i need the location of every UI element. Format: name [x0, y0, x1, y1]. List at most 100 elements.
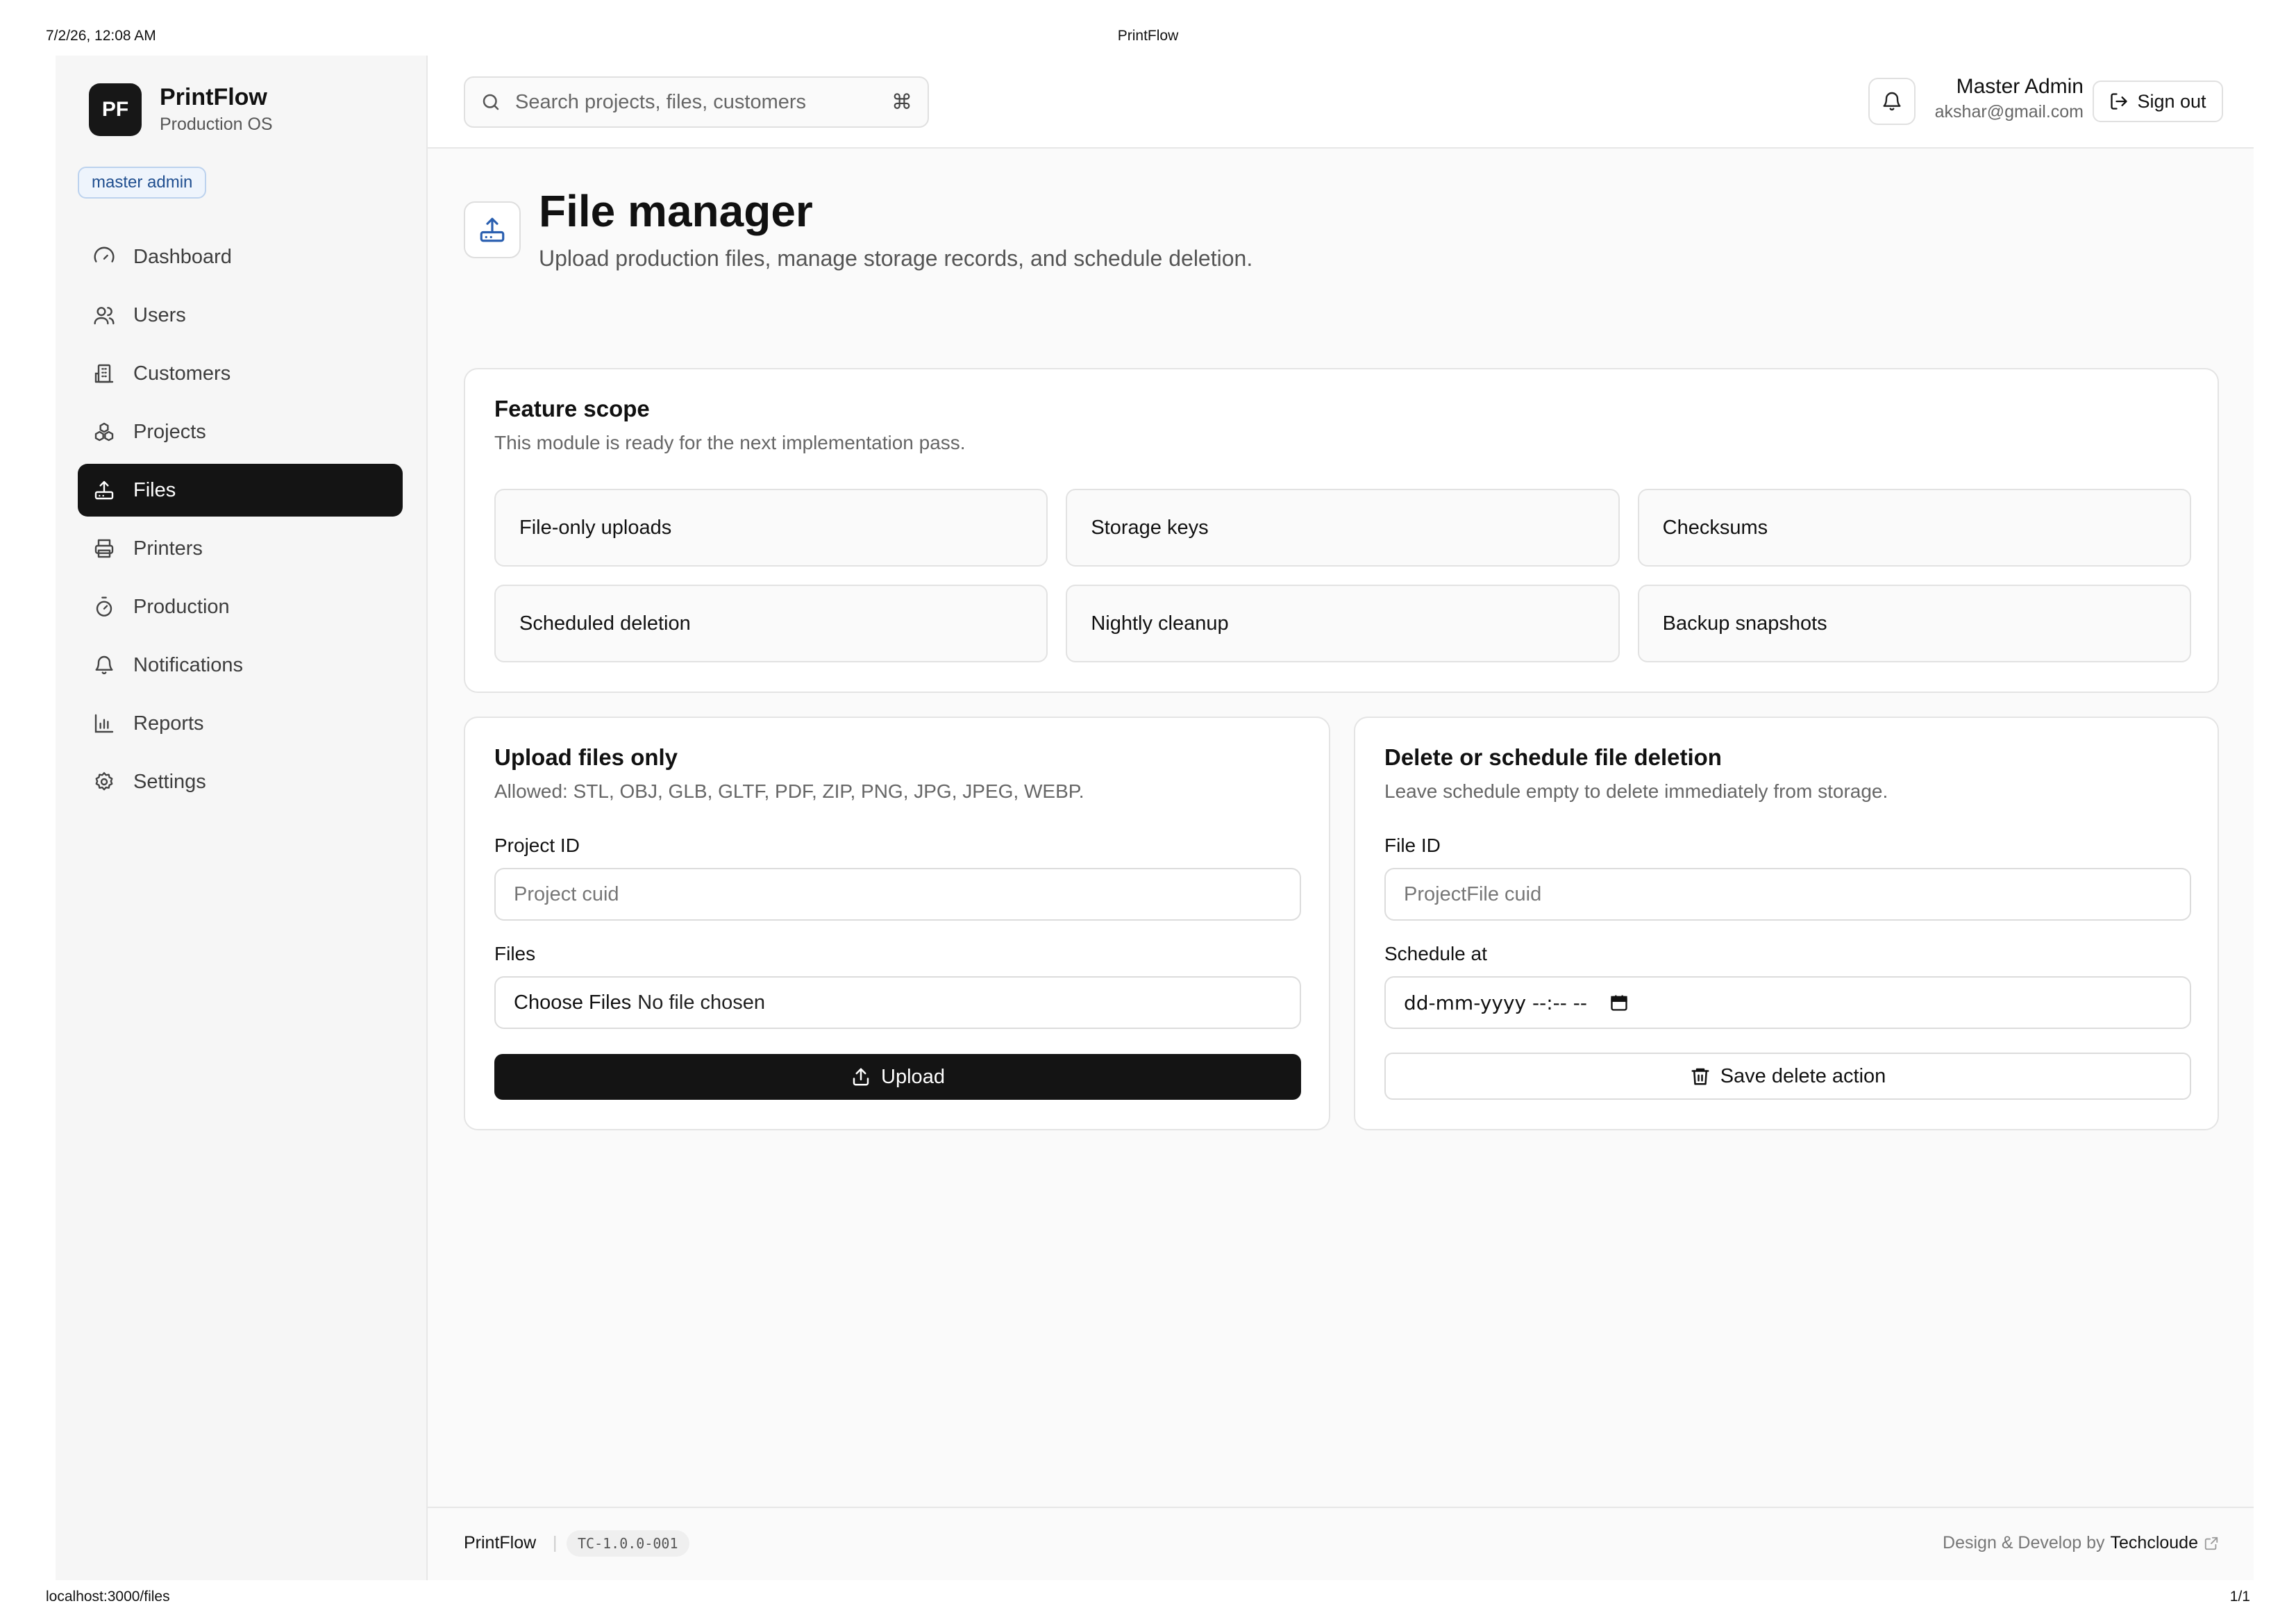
choose-files-button[interactable]: Choose Files [514, 991, 631, 1014]
sidebar-item-settings[interactable]: Settings [78, 755, 403, 808]
feature-scope-card: Feature scope This module is ready for t… [464, 368, 2219, 693]
sidebar-item-projects[interactable]: Projects [78, 405, 403, 458]
file-id-label: File ID [1384, 835, 1441, 856]
user-email: akshar@gmail.com [1934, 102, 2084, 122]
delete-subtitle: Leave schedule empty to delete immediate… [1384, 780, 1888, 802]
upload-button[interactable]: Upload [494, 1054, 1301, 1100]
search-box[interactable]: ⌘ [464, 76, 929, 128]
app-window: PF PrintFlow Production OS master admin … [56, 56, 2254, 1580]
role-badge: master admin [78, 167, 207, 199]
upload-button-label: Upload [881, 1065, 945, 1088]
gauge-icon [94, 246, 115, 262]
feature-scope-subtitle: This module is ready for the next implem… [494, 432, 966, 453]
user-name: Master Admin [1956, 75, 2084, 98]
sidebar-item-label: Reports [133, 712, 204, 735]
external-link-icon [2204, 1537, 2218, 1550]
sidebar-item-reports[interactable]: Reports [78, 697, 403, 750]
notifications-button[interactable] [1868, 78, 1916, 125]
main-content: File manager Upload production files, ma… [428, 149, 2254, 1580]
sidebar-item-notifications[interactable]: Notifications [78, 639, 403, 692]
feature-item: File-only uploads [494, 489, 1048, 567]
project-id-field[interactable] [494, 868, 1301, 921]
schedule-at-input[interactable]: dd-mm-yyyy --:-- -- [1384, 976, 2191, 1029]
feature-item: Checksums [1637, 489, 2191, 567]
sign-out-button[interactable]: Sign out [2093, 81, 2223, 122]
feature-scope-grid: File-only uploads Storage keys Checksums… [494, 489, 2191, 662]
file-picker[interactable]: Choose Files No file chosen [494, 976, 1301, 1029]
upload-card: Upload files only Allowed: STL, OBJ, GLB… [464, 717, 1330, 1130]
sidebar-item-customers[interactable]: Customers [78, 347, 403, 400]
bell-icon [95, 655, 113, 675]
timer-icon [96, 596, 112, 617]
sidebar-item-label: Notifications [133, 653, 243, 676]
credit-prefix: Design & Develop by [1943, 1533, 2105, 1552]
feature-item: Nightly cleanup [1066, 585, 1620, 662]
sidebar-item-users[interactable]: Users [78, 289, 403, 342]
file-id-input[interactable] [1404, 882, 2172, 906]
schedule-at-label: Schedule at [1384, 943, 1487, 964]
sidebar-item-label: Customers [133, 362, 231, 385]
sidebar-item-files[interactable]: Files [78, 464, 403, 517]
delete-card: Delete or schedule file deletion Leave s… [1354, 717, 2219, 1130]
brand-name: PrintFlow [160, 84, 267, 110]
brand-logo: PF [89, 83, 142, 136]
print-page-number: 1/1 [2229, 1589, 2250, 1605]
page-subtitle: Upload production files, manage storage … [539, 246, 1253, 271]
upload-title: Upload files only [494, 744, 678, 770]
schedule-at-value: dd-mm-yyyy --:-- -- [1404, 991, 1587, 1014]
upload-tray-icon [480, 217, 505, 242]
boxes-icon [94, 422, 114, 442]
page-title: File manager [539, 186, 813, 236]
calendar-icon[interactable] [1609, 993, 1629, 1012]
project-id-input[interactable] [514, 882, 1282, 906]
feature-scope-title: Feature scope [494, 396, 650, 421]
save-delete-action-label: Save delete action [1720, 1064, 1886, 1087]
users-icon [94, 307, 115, 325]
page-icon [464, 201, 521, 258]
sidebar-item-label: Production [133, 595, 230, 618]
search-input[interactable] [515, 90, 891, 114]
sidebar: PF PrintFlow Production OS master admin … [56, 56, 428, 1580]
footer-brand: PrintFlow [464, 1533, 537, 1552]
building-icon [94, 364, 114, 383]
save-delete-action-button[interactable]: Save delete action [1384, 1053, 2191, 1100]
project-id-label: Project ID [494, 835, 580, 856]
brand-subtitle: Production OS [160, 115, 273, 134]
print-title: PrintFlow [1117, 28, 1179, 44]
sidebar-nav: Dashboard Users Customers Projects Files… [78, 231, 403, 814]
printer-icon [94, 539, 114, 558]
search-shortcut: ⌘ [891, 90, 912, 114]
credit-company-link[interactable]: Techcloude [2111, 1533, 2198, 1553]
sign-out-label: Sign out [2137, 90, 2206, 112]
footer-credit: Design & Develop by Techcloude [1943, 1533, 2219, 1553]
log-out-icon [2111, 93, 2128, 110]
file-status: No file chosen [637, 991, 766, 1014]
trash-icon [1691, 1068, 1709, 1085]
sidebar-item-label: Settings [133, 770, 206, 793]
print-header: 7/2/26, 12:08 AM PrintFlow [0, 28, 2296, 49]
brand[interactable]: PF PrintFlow Production OS [89, 83, 273, 136]
sidebar-item-production[interactable]: Production [78, 580, 403, 633]
gear-icon [95, 772, 113, 791]
print-footer: localhost:3000/files 1/1 [0, 1589, 2296, 1609]
upload-tray-icon [94, 480, 114, 500]
upload-subtitle: Allowed: STL, OBJ, GLB, GLTF, PDF, ZIP, … [494, 780, 1084, 802]
file-id-field[interactable] [1384, 868, 2191, 921]
sidebar-item-label: Dashboard [133, 245, 232, 268]
sidebar-item-printers[interactable]: Printers [78, 522, 403, 575]
footer-separator: | [553, 1533, 558, 1552]
topbar: ⌘ Master Admin akshar@gmail.com Sign out [428, 56, 2254, 149]
feature-item: Scheduled deletion [494, 585, 1048, 662]
sidebar-item-label: Files [133, 478, 176, 501]
bar-chart-icon [94, 714, 114, 733]
feature-item: Backup snapshots [1637, 585, 2191, 662]
user-info: Master Admin akshar@gmail.com [1927, 74, 2084, 124]
version-badge: TC-1.0.0-001 [567, 1530, 689, 1557]
app-footer: PrintFlow | TC-1.0.0-001 Design & Develo… [428, 1507, 2254, 1580]
sidebar-item-dashboard[interactable]: Dashboard [78, 231, 403, 283]
upload-icon [853, 1068, 869, 1086]
files-label: Files [494, 943, 536, 964]
sidebar-item-label: Projects [133, 420, 206, 443]
print-url: localhost:3000/files [46, 1589, 170, 1605]
feature-item: Storage keys [1066, 489, 1620, 567]
